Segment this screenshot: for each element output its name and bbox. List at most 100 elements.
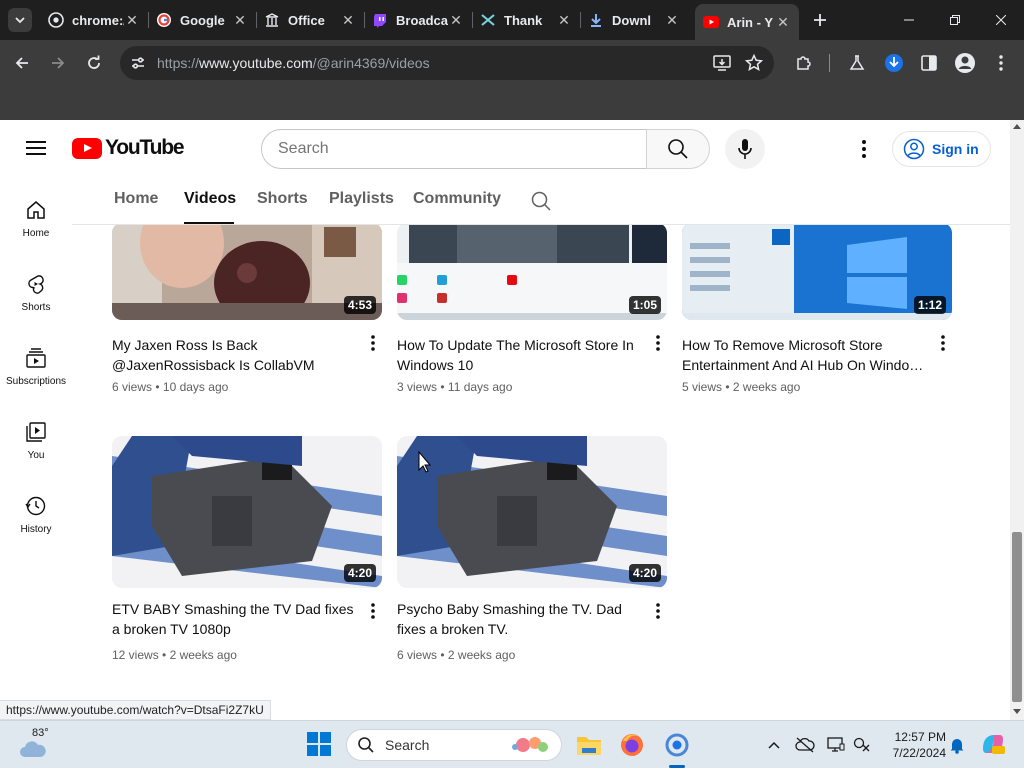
chrome-menu-button[interactable] bbox=[987, 49, 1015, 77]
tab-shorts[interactable]: Shorts bbox=[257, 190, 308, 208]
chevron-down-icon bbox=[15, 17, 25, 24]
view-count: 3 views bbox=[397, 380, 438, 394]
tab-playlists[interactable]: Playlists bbox=[329, 190, 394, 208]
video-thumbnail[interactable]: 4:53 bbox=[112, 225, 382, 320]
close-tab-icon[interactable]: ✕ bbox=[775, 14, 791, 31]
downloads-button[interactable] bbox=[880, 49, 908, 77]
cast-button[interactable] bbox=[708, 49, 736, 77]
settings-more-button[interactable] bbox=[852, 137, 876, 161]
tab-community[interactable]: Community bbox=[413, 190, 501, 208]
side-panel-button[interactable] bbox=[915, 49, 943, 77]
close-tab-icon[interactable]: ✕ bbox=[448, 12, 464, 29]
browser-tab-4[interactable]: Broadcast ✕ bbox=[364, 2, 473, 38]
display-tray[interactable] bbox=[826, 735, 846, 755]
close-window-button[interactable] bbox=[978, 0, 1024, 40]
video-thumbnail[interactable]: 1:05 bbox=[397, 225, 667, 320]
address-bar[interactable]: https://www.youtube.com/@arin4369/videos bbox=[120, 46, 774, 80]
copilot-app[interactable] bbox=[980, 731, 1006, 757]
browser-tab-5[interactable]: Thank ✕ bbox=[472, 2, 581, 38]
channel-search-icon[interactable] bbox=[530, 190, 552, 212]
weather-widget[interactable]: 83° bbox=[18, 727, 50, 763]
search-input[interactable] bbox=[261, 129, 647, 169]
forward-button[interactable] bbox=[44, 49, 72, 77]
firefox-app[interactable] bbox=[618, 731, 646, 759]
tab-videos[interactable]: Videos bbox=[184, 190, 236, 208]
video-title[interactable]: How To Remove Microsoft Store Entertainm… bbox=[682, 335, 930, 375]
video-thumbnail[interactable]: 1:12 bbox=[682, 225, 952, 320]
chevron-up-icon bbox=[768, 741, 780, 749]
show-hidden-icons[interactable] bbox=[764, 735, 784, 755]
close-tab-icon[interactable]: ✕ bbox=[340, 12, 356, 29]
notifications-tray[interactable] bbox=[947, 735, 967, 755]
back-button[interactable] bbox=[8, 49, 36, 77]
search-button[interactable] bbox=[646, 129, 710, 169]
close-tab-icon[interactable]: ✕ bbox=[664, 12, 680, 29]
view-count: 6 views bbox=[397, 648, 438, 662]
youtube-logo[interactable]: YouTube bbox=[72, 136, 185, 160]
close-tab-icon[interactable]: ✕ bbox=[556, 12, 572, 29]
scroll-down-arrow-icon[interactable] bbox=[1013, 709, 1021, 714]
browser-tab-active[interactable]: Arin - Y ✕ bbox=[695, 4, 799, 40]
scroll-up-arrow-icon[interactable] bbox=[1013, 124, 1021, 129]
start-button[interactable] bbox=[306, 731, 334, 759]
video-title[interactable]: My Jaxen Ross Is Back @JaxenRossisback I… bbox=[112, 335, 360, 375]
system-clock[interactable]: 12:57 PM 7/22/2024 bbox=[880, 729, 946, 761]
file-explorer-app[interactable] bbox=[575, 731, 603, 759]
site-info-icon[interactable] bbox=[128, 53, 148, 73]
network-tray[interactable] bbox=[852, 735, 872, 755]
taskbar-search[interactable]: Search bbox=[346, 729, 562, 761]
voice-search-button[interactable] bbox=[725, 129, 765, 169]
labs-button[interactable] bbox=[843, 49, 871, 77]
close-tab-icon[interactable]: ✕ bbox=[124, 12, 140, 29]
guide-item-label: You bbox=[27, 450, 45, 461]
guide-item-home[interactable]: Home bbox=[0, 178, 72, 252]
video-menu-button[interactable] bbox=[934, 331, 952, 355]
video-title[interactable]: Psycho Baby Smashing the TV. Dad fixes a… bbox=[397, 599, 645, 639]
guide-item-subscriptions[interactable]: Subscriptions bbox=[0, 326, 72, 400]
video-menu-button[interactable] bbox=[649, 599, 667, 623]
sign-in-button[interactable]: Sign in bbox=[892, 131, 991, 167]
video-title[interactable]: How To Update The Microsoft Store In Win… bbox=[397, 335, 645, 375]
browser-tab-3[interactable]: Office ✕ bbox=[256, 2, 365, 38]
scrollbar-thumb[interactable] bbox=[1012, 532, 1022, 702]
meta-separator: • bbox=[440, 648, 445, 662]
browser-tab-2[interactable]: Google ✕ bbox=[148, 2, 257, 38]
video-menu-button[interactable] bbox=[364, 331, 382, 355]
more-vertical-icon bbox=[656, 335, 660, 351]
video-thumbnail[interactable]: 4:20 bbox=[112, 436, 382, 588]
profile-button[interactable] bbox=[951, 49, 979, 77]
youtube-page: YouTube Sign in Home Shorts Subscription… bbox=[0, 120, 1024, 720]
chrome-app[interactable] bbox=[663, 731, 691, 759]
minimize-button[interactable] bbox=[886, 0, 932, 40]
tab-title: Thank bbox=[504, 12, 543, 28]
reload-button[interactable] bbox=[80, 49, 108, 77]
video-thumbnail[interactable]: 4:20 bbox=[397, 436, 667, 588]
guide-item-shorts[interactable]: Shorts bbox=[0, 252, 72, 326]
taskbar-search-label: Search bbox=[385, 737, 430, 753]
firefox-icon bbox=[621, 734, 643, 756]
bookmark-button[interactable] bbox=[740, 49, 768, 77]
extensions-button[interactable] bbox=[790, 49, 818, 77]
tab-home[interactable]: Home bbox=[114, 190, 158, 208]
guide-item-history[interactable]: History bbox=[0, 474, 72, 548]
browser-tab-1[interactable]: chrome:// ✕ bbox=[40, 2, 149, 38]
new-tab-button[interactable] bbox=[808, 8, 832, 32]
onedrive-tray[interactable] bbox=[795, 735, 815, 755]
guide-menu-icon[interactable] bbox=[24, 137, 48, 161]
arrow-right-icon bbox=[52, 57, 65, 69]
tab-search-button[interactable] bbox=[8, 8, 32, 32]
youtube-icon bbox=[703, 14, 719, 30]
restore-button[interactable] bbox=[932, 0, 978, 40]
upload-age: 2 weeks ago bbox=[447, 648, 516, 662]
video-title[interactable]: ETV BABY Smashing the TV Dad fixes a bro… bbox=[112, 599, 360, 639]
video-menu-button[interactable] bbox=[364, 599, 382, 623]
page-scrollbar[interactable] bbox=[1010, 120, 1024, 720]
video-menu-button[interactable] bbox=[649, 331, 667, 355]
guide-item-you[interactable]: You bbox=[0, 400, 72, 474]
youtube-logo-icon bbox=[72, 137, 102, 159]
video-duration: 1:05 bbox=[628, 296, 661, 314]
browser-tab-6[interactable]: Downl ✕ bbox=[580, 2, 688, 38]
close-tab-icon[interactable]: ✕ bbox=[232, 12, 248, 29]
puzzle-icon bbox=[797, 56, 811, 70]
video-grid: 4:53 My Jaxen Ross Is Back @JaxenRossisb… bbox=[72, 225, 1010, 720]
